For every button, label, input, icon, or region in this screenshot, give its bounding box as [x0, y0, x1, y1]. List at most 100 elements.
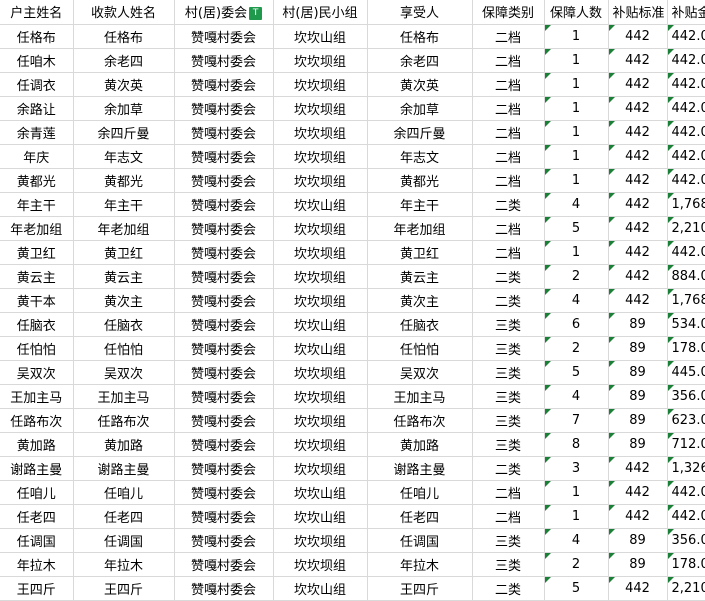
village-group-cell[interactable]: 坎坎山组 — [273, 576, 368, 601]
standard-cell[interactable]: 442 — [608, 96, 668, 121]
beneficiary-cell[interactable]: 年拉木 — [367, 552, 473, 577]
village-group-cell[interactable]: 坎坎坝组 — [273, 144, 368, 169]
household-head-cell[interactable]: 任调衣 — [0, 72, 74, 97]
household-head-cell[interactable]: 任怕怕 — [0, 336, 74, 361]
beneficiary-cell[interactable]: 任格布 — [367, 24, 473, 49]
payee-cell[interactable]: 年志文 — [73, 144, 175, 169]
category-cell[interactable]: 二类 — [472, 192, 545, 217]
category-cell[interactable]: 二档 — [472, 480, 545, 505]
household-head-cell[interactable]: 黄卫红 — [0, 240, 74, 265]
beneficiary-cell[interactable]: 谢路主曼 — [367, 456, 473, 481]
village-committee-cell[interactable]: 赞嘎村委会 — [174, 264, 274, 289]
standard-cell[interactable]: 442 — [608, 24, 668, 49]
payee-cell[interactable]: 黄卫红 — [73, 240, 175, 265]
village-group-cell[interactable]: 坎坎坝组 — [273, 528, 368, 553]
category-cell[interactable]: 二类 — [472, 264, 545, 289]
standard-cell[interactable]: 442 — [608, 456, 668, 481]
payee-cell[interactable]: 黄都光 — [73, 168, 175, 193]
category-cell[interactable]: 三类 — [472, 336, 545, 361]
category-cell[interactable]: 三类 — [472, 384, 545, 409]
household-head-cell[interactable]: 余路让 — [0, 96, 74, 121]
standard-cell[interactable]: 89 — [608, 528, 668, 553]
payee-cell[interactable]: 任老四 — [73, 504, 175, 529]
village-committee-cell[interactable]: 赞嘎村委会 — [174, 72, 274, 97]
beneficiary-cell[interactable]: 任路布次 — [367, 408, 473, 433]
village-committee-cell[interactable]: 赞嘎村委会 — [174, 48, 274, 73]
beneficiary-cell[interactable]: 任调国 — [367, 528, 473, 553]
village-group-cell[interactable]: 坎坎坝组 — [273, 48, 368, 73]
count-cell[interactable]: 3 — [544, 456, 609, 481]
village-group-cell[interactable]: 坎坎山组 — [273, 336, 368, 361]
standard-cell[interactable]: 89 — [608, 432, 668, 457]
count-cell[interactable]: 1 — [544, 48, 609, 73]
header-count[interactable]: 保障人数 — [544, 0, 609, 25]
village-group-cell[interactable]: 坎坎坝组 — [273, 120, 368, 145]
village-committee-cell[interactable]: 赞嘎村委会 — [174, 120, 274, 145]
amount-cell[interactable]: 442.00 — [667, 240, 705, 265]
village-group-cell[interactable]: 坎坎坝组 — [273, 72, 368, 97]
category-cell[interactable]: 二档 — [472, 168, 545, 193]
payee-cell[interactable]: 吴双次 — [73, 360, 175, 385]
category-cell[interactable]: 三类 — [472, 408, 545, 433]
amount-cell[interactable]: 178.00 — [667, 552, 705, 577]
household-head-cell[interactable]: 黄干本 — [0, 288, 74, 313]
category-cell[interactable]: 二档 — [472, 72, 545, 97]
count-cell[interactable]: 1 — [544, 144, 609, 169]
village-group-cell[interactable]: 坎坎坝组 — [273, 360, 368, 385]
standard-cell[interactable]: 89 — [608, 384, 668, 409]
village-committee-cell[interactable]: 赞嘎村委会 — [174, 24, 274, 49]
standard-cell[interactable]: 89 — [608, 408, 668, 433]
category-cell[interactable]: 三类 — [472, 360, 545, 385]
standard-cell[interactable]: 89 — [608, 336, 668, 361]
household-head-cell[interactable]: 余青莲 — [0, 120, 74, 145]
household-head-cell[interactable]: 黄加路 — [0, 432, 74, 457]
beneficiary-cell[interactable]: 黄加路 — [367, 432, 473, 457]
count-cell[interactable]: 1 — [544, 168, 609, 193]
village-group-cell[interactable]: 坎坎坝组 — [273, 432, 368, 457]
count-cell[interactable]: 4 — [544, 288, 609, 313]
village-group-cell[interactable]: 坎坎坝组 — [273, 384, 368, 409]
amount-cell[interactable]: 442.00 — [667, 120, 705, 145]
amount-cell[interactable]: 442.00 — [667, 96, 705, 121]
category-cell[interactable]: 二类 — [472, 576, 545, 601]
amount-cell[interactable]: 534.00 — [667, 312, 705, 337]
standard-cell[interactable]: 442 — [608, 576, 668, 601]
beneficiary-cell[interactable]: 余四斤曼 — [367, 120, 473, 145]
village-committee-cell[interactable]: 赞嘎村委会 — [174, 360, 274, 385]
village-committee-cell[interactable]: 赞嘎村委会 — [174, 552, 274, 577]
standard-cell[interactable]: 442 — [608, 120, 668, 145]
category-cell[interactable]: 二档 — [472, 144, 545, 169]
beneficiary-cell[interactable]: 年志文 — [367, 144, 473, 169]
payee-cell[interactable]: 谢路主曼 — [73, 456, 175, 481]
standard-cell[interactable]: 89 — [608, 312, 668, 337]
category-cell[interactable]: 二类 — [472, 288, 545, 313]
beneficiary-cell[interactable]: 黄次英 — [367, 72, 473, 97]
village-committee-cell[interactable]: 赞嘎村委会 — [174, 336, 274, 361]
beneficiary-cell[interactable]: 黄都光 — [367, 168, 473, 193]
count-cell[interactable]: 2 — [544, 336, 609, 361]
village-group-cell[interactable]: 坎坎坝组 — [273, 264, 368, 289]
beneficiary-cell[interactable]: 年老加组 — [367, 216, 473, 241]
amount-cell[interactable]: 442.00 — [667, 504, 705, 529]
village-committee-cell[interactable]: 赞嘎村委会 — [174, 456, 274, 481]
payee-cell[interactable]: 任怕怕 — [73, 336, 175, 361]
village-committee-cell[interactable]: 赞嘎村委会 — [174, 432, 274, 457]
household-head-cell[interactable]: 谢路主曼 — [0, 456, 74, 481]
header-beneficiary[interactable]: 享受人 — [367, 0, 473, 25]
standard-cell[interactable]: 442 — [608, 72, 668, 97]
amount-cell[interactable]: 445.00 — [667, 360, 705, 385]
standard-cell[interactable]: 442 — [608, 480, 668, 505]
village-committee-cell[interactable]: 赞嘎村委会 — [174, 528, 274, 553]
village-committee-cell[interactable]: 赞嘎村委会 — [174, 168, 274, 193]
count-cell[interactable]: 4 — [544, 528, 609, 553]
amount-cell[interactable]: 442.00 — [667, 72, 705, 97]
household-head-cell[interactable]: 任咱木 — [0, 48, 74, 73]
amount-cell[interactable]: 442.00 — [667, 168, 705, 193]
count-cell[interactable]: 7 — [544, 408, 609, 433]
village-group-cell[interactable]: 坎坎坝组 — [273, 216, 368, 241]
village-committee-cell[interactable]: 赞嘎村委会 — [174, 504, 274, 529]
header-payee[interactable]: 收款人姓名 — [73, 0, 175, 25]
village-committee-cell[interactable]: 赞嘎村委会 — [174, 216, 274, 241]
payee-cell[interactable]: 黄次英 — [73, 72, 175, 97]
standard-cell[interactable]: 442 — [608, 168, 668, 193]
